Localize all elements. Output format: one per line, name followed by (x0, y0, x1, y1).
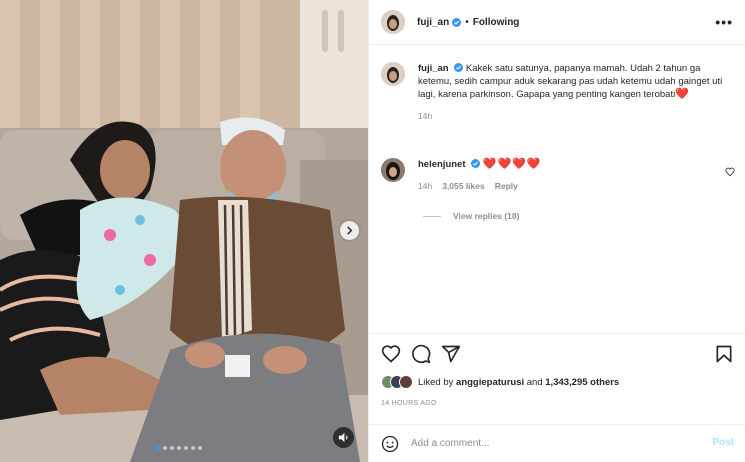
commenter-username[interactable]: helenjunet (418, 159, 466, 170)
comment-row: helenjunet ❤️❤️❤️❤️ 14h 3,055 likes Repl… (381, 158, 730, 193)
reply-button[interactable]: Reply (495, 180, 518, 193)
caption-time[interactable]: 14h (418, 110, 432, 123)
author-username[interactable]: fuji_an (417, 17, 449, 28)
caption-avatar[interactable] (381, 62, 405, 86)
chevron-right-icon (347, 226, 353, 235)
comment-like-heart-icon[interactable] (725, 167, 735, 177)
comment-time[interactable]: 14h (418, 180, 432, 193)
comment-likes[interactable]: 3,055 likes (442, 180, 485, 193)
view-replies-button[interactable]: View replies (18) (423, 211, 519, 221)
carousel-dot (163, 446, 167, 450)
comment-input[interactable] (411, 438, 691, 449)
carousel-dot (198, 446, 202, 450)
liked-by-text: Liked by anggiepaturusi and 1,343,295 ot… (418, 376, 620, 388)
emoji-smiley-icon[interactable] (381, 435, 399, 453)
liked-by-others[interactable]: 1,343,295 others (545, 377, 619, 388)
post-actions: Liked by anggiepaturusi and 1,343,295 ot… (369, 333, 745, 462)
caption-row: fuji_an Kakek satu satunya, papanya mama… (381, 62, 730, 123)
comment-text: ❤️❤️❤️❤️ (482, 158, 542, 170)
comments-list: fuji_an Kakek satu satunya, papanya mama… (369, 46, 745, 332)
post-photo (0, 0, 368, 462)
liked-by-row: Liked by anggiepaturusi and 1,343,295 ot… (381, 375, 619, 389)
carousel-dot (177, 446, 181, 450)
comment-bubble-icon[interactable] (411, 344, 431, 364)
follow-status-button[interactable]: Following (473, 17, 520, 28)
speaker-icon (338, 432, 348, 443)
author-avatar[interactable] (381, 10, 405, 34)
bookmark-icon[interactable] (714, 344, 734, 364)
share-send-icon[interactable] (441, 344, 461, 364)
view-replies-label: View replies (18) (453, 211, 520, 221)
liker-avatar[interactable] (399, 375, 413, 389)
action-icons (381, 344, 734, 364)
carousel-dot (184, 446, 188, 450)
carousel-dot (156, 446, 160, 450)
post-timestamp[interactable]: 14 HOURS AGO (381, 400, 437, 407)
commenter-avatar[interactable] (381, 158, 405, 182)
post-comment-button[interactable]: Post (712, 437, 734, 448)
instagram-post: fuji_an • Following ••• fuji_an Kakek sa… (0, 0, 745, 462)
post-header: fuji_an • Following ••• (369, 0, 745, 45)
mute-button[interactable] (333, 427, 354, 448)
separator-dot: • (465, 16, 469, 28)
carousel-dot (191, 446, 195, 450)
verified-badge-icon (454, 63, 464, 72)
caption-heart-emoji: ❤️ (675, 88, 690, 100)
caption-username[interactable]: fuji_an (418, 63, 449, 74)
replies-line (423, 215, 441, 217)
more-horizontal-icon[interactable]: ••• (715, 14, 733, 30)
verified-badge-icon (452, 17, 462, 27)
carousel-indicator (156, 446, 202, 450)
add-comment-bar: Post (369, 424, 745, 462)
carousel-dot (170, 446, 174, 450)
liked-by-user[interactable]: anggiepaturusi (456, 377, 524, 388)
post-side-panel: fuji_an • Following ••• fuji_an Kakek sa… (368, 0, 745, 462)
post-media[interactable] (0, 0, 368, 462)
next-slide-button[interactable] (340, 221, 359, 240)
like-heart-icon[interactable] (381, 344, 401, 364)
verified-badge-icon (471, 159, 481, 168)
